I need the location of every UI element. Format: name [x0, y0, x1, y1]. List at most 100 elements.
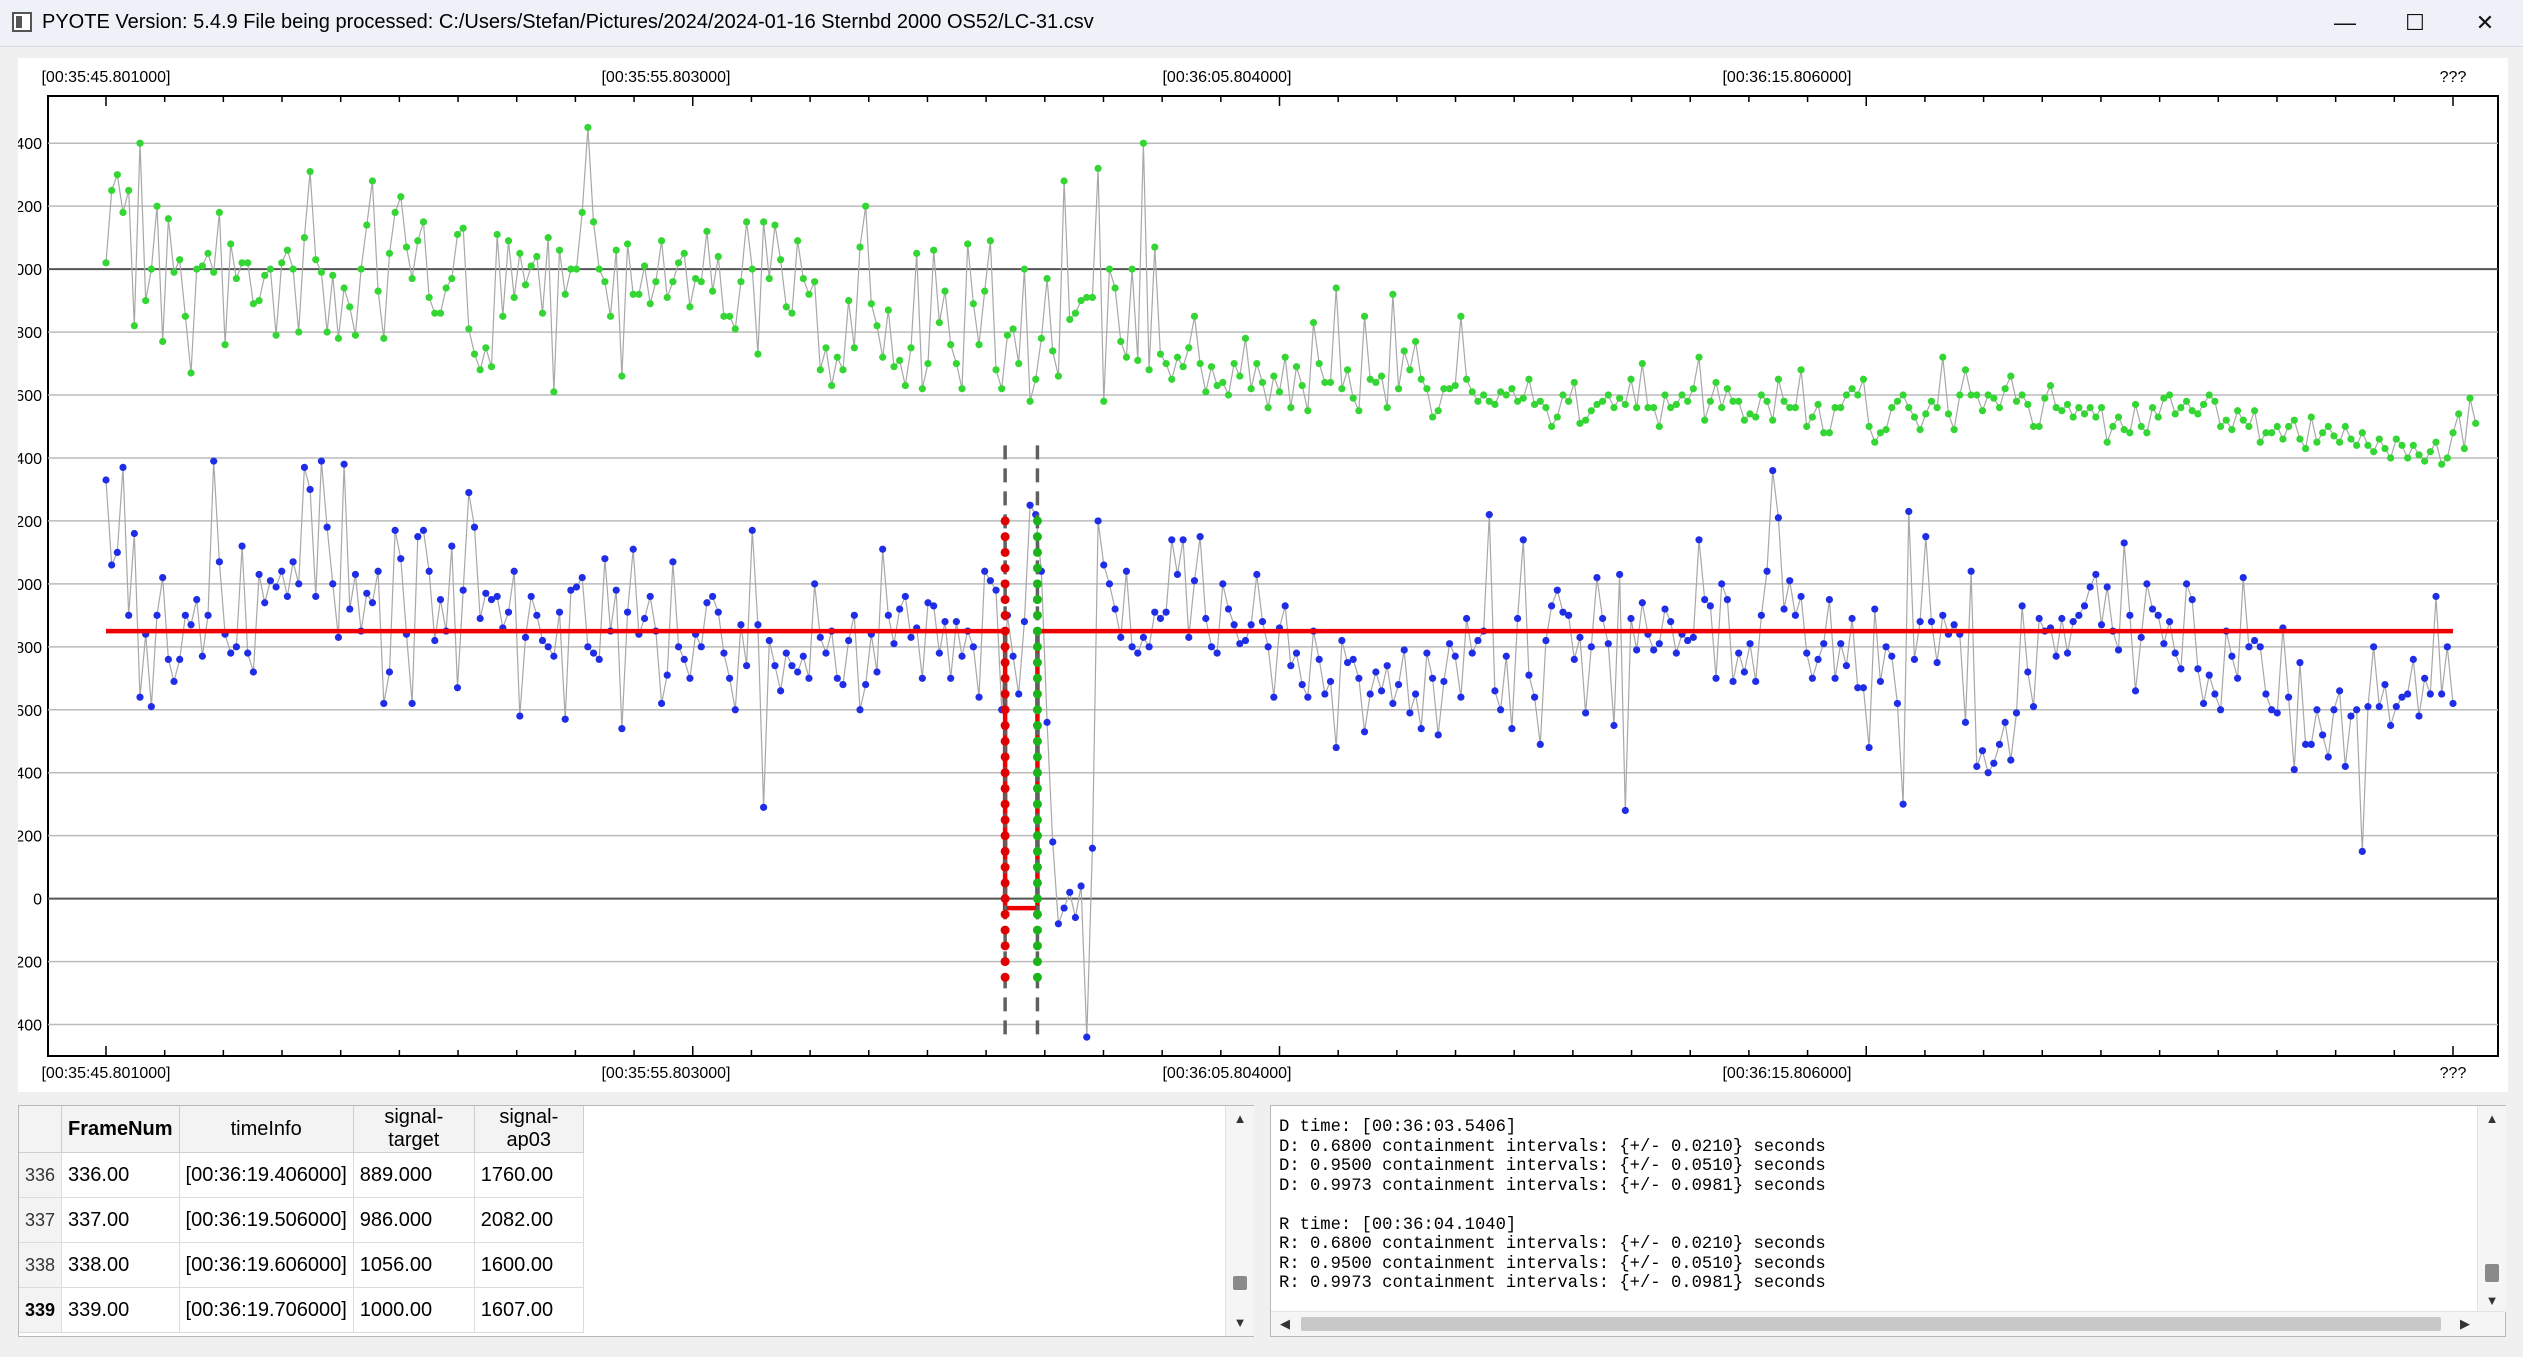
data-point-signal-target	[1978, 747, 1987, 755]
data-point-signal-ap03	[2063, 400, 2072, 409]
data-point-signal-target	[2375, 703, 2383, 711]
data-point-signal-target	[136, 693, 144, 701]
row-header[interactable]: 339	[19, 1287, 63, 1333]
scroll-left-arrow-icon[interactable]: ◀	[1271, 1312, 1299, 1336]
d-interval-dot	[1000, 894, 1010, 904]
row-header[interactable]: 338	[19, 1242, 63, 1288]
data-point-signal-ap03	[725, 312, 734, 320]
x-time-label-bottom: [00:35:45.801000]	[41, 1065, 170, 1082]
cell-signal-target[interactable]: 889.000	[353, 1152, 475, 1198]
report-panel[interactable]: D time: [00:36:03.5406] D: 0.6800 contai…	[1270, 1105, 2506, 1337]
cell-signal-ap03[interactable]: 1760.00	[474, 1152, 584, 1198]
table-row[interactable]: 338 338.00 [00:36:19.606000] 1056.00 160…	[19, 1242, 584, 1288]
data-point-signal-target	[1973, 762, 1981, 771]
report-horizontal-scrollbar[interactable]: ◀ ▶	[1271, 1311, 2505, 1336]
scroll-right-arrow-icon[interactable]: ▶	[2451, 1312, 2479, 1336]
scroll-down-arrow-icon[interactable]: ▼	[2478, 1288, 2506, 1312]
data-point-signal-target	[1207, 643, 1216, 651]
cell-signal-ap03[interactable]: 2082.00	[474, 1197, 584, 1243]
table-vertical-scrollbar[interactable]: ▲ ▼	[1225, 1106, 1254, 1336]
cell-framenum[interactable]: 338.00	[61, 1242, 180, 1288]
data-point-signal-ap03	[884, 306, 892, 314]
data-point-signal-target	[2250, 636, 2259, 645]
data-point-signal-ap03	[771, 221, 779, 229]
scroll-up-arrow-icon[interactable]: ▲	[1226, 1106, 1254, 1130]
cell-framenum[interactable]: 339.00	[61, 1287, 180, 1333]
data-point-signal-target	[720, 649, 728, 657]
data-table-panel[interactable]: FrameNum timeInfo signal-target signal-a…	[18, 1105, 1254, 1337]
data-point-signal-ap03	[136, 139, 144, 147]
r-interval-dot	[1032, 846, 1042, 856]
cell-signal-ap03[interactable]: 1607.00	[474, 1287, 584, 1333]
cell-signal-target[interactable]: 1000.00	[353, 1287, 475, 1333]
cell-framenum[interactable]: 337.00	[61, 1197, 180, 1243]
data-point-signal-ap03	[1661, 391, 1669, 399]
data-table[interactable]: FrameNum timeInfo signal-target signal-a…	[19, 1106, 584, 1333]
data-point-signal-ap03	[1990, 394, 1998, 402]
light-curve-plot[interactable]: 2400220020001800160014001200100080060040…	[18, 58, 2508, 1092]
cell-timeinfo[interactable]: [00:36:19.706000]	[179, 1287, 354, 1333]
data-point-signal-target	[822, 649, 830, 657]
cell-framenum[interactable]: 336.00	[61, 1152, 180, 1198]
data-point-signal-target	[340, 460, 348, 468]
cell-signal-ap03[interactable]: 1600.00	[474, 1242, 584, 1288]
data-point-signal-ap03	[1616, 394, 1624, 402]
data-point-signal-target	[374, 567, 382, 575]
cell-signal-target[interactable]: 1056.00	[353, 1242, 475, 1288]
data-point-signal-ap03	[924, 359, 932, 368]
data-point-signal-target	[210, 457, 218, 465]
data-point-signal-ap03	[1718, 404, 1726, 412]
data-point-signal-ap03	[544, 234, 552, 242]
report-vertical-scrollbar[interactable]: ▲ ▼	[2477, 1106, 2506, 1312]
row-header[interactable]: 337	[19, 1197, 63, 1243]
data-point-signal-ap03	[2233, 407, 2242, 415]
table-row[interactable]: 339 339.00 [00:36:19.706000] 1000.00 160…	[19, 1287, 584, 1333]
plot-canvas[interactable]: 2400220020001800160014001200100080060040…	[18, 58, 2508, 1092]
data-point-signal-target	[1621, 806, 1629, 815]
scroll-thumb[interactable]	[1301, 1317, 2441, 1331]
column-header-signal-ap03[interactable]: signal-ap03	[474, 1106, 584, 1153]
cell-timeinfo[interactable]: [00:36:19.406000]	[179, 1152, 354, 1198]
data-point-signal-target	[1587, 643, 1595, 651]
table-row[interactable]: 337 337.00 [00:36:19.506000] 986.000 208…	[19, 1197, 584, 1243]
scroll-thumb[interactable]	[2485, 1264, 2499, 1282]
data-point-signal-target	[1763, 567, 1771, 575]
table-row[interactable]: 336 336.00 [00:36:19.406000] 889.000 176…	[19, 1152, 584, 1198]
column-header-timeinfo[interactable]: timeInfo	[179, 1106, 354, 1153]
cell-timeinfo[interactable]: [00:36:19.506000]	[179, 1197, 354, 1243]
cell-timeinfo[interactable]: [00:36:19.606000]	[179, 1242, 354, 1288]
maximize-button[interactable]: ☐	[2380, 0, 2450, 46]
data-point-signal-ap03	[391, 208, 399, 217]
column-header-framenum[interactable]: FrameNum	[61, 1106, 180, 1153]
data-point-signal-target	[2052, 652, 2060, 660]
scroll-down-arrow-icon[interactable]: ▼	[1226, 1310, 1254, 1334]
data-point-signal-target	[425, 567, 433, 575]
data-point-signal-ap03	[839, 366, 847, 374]
data-point-signal-ap03	[743, 218, 751, 226]
data-point-signal-ap03	[419, 218, 428, 226]
data-point-signal-ap03	[674, 259, 683, 267]
close-button[interactable]: ✕	[2450, 0, 2520, 46]
scroll-up-arrow-icon[interactable]: ▲	[2478, 1106, 2506, 1130]
column-header-signal-target[interactable]: signal-target	[353, 1106, 475, 1153]
data-point-signal-target	[1185, 633, 1193, 641]
y-tick-label: 1600	[18, 388, 42, 405]
data-point-signal-ap03	[108, 186, 116, 195]
row-header[interactable]: 336	[19, 1152, 63, 1198]
data-point-signal-target	[1729, 677, 1737, 686]
data-point-signal-ap03	[317, 268, 326, 276]
data-point-signal-ap03	[1105, 265, 1114, 273]
data-point-signal-target	[1927, 618, 1936, 626]
data-point-signal-ap03	[1309, 319, 1318, 327]
data-point-signal-ap03	[1479, 391, 1488, 399]
data-point-signal-ap03	[1978, 407, 1987, 415]
data-point-signal-ap03	[1264, 404, 1272, 412]
data-point-signal-ap03	[493, 230, 501, 239]
data-point-signal-ap03	[799, 274, 807, 283]
minimize-button[interactable]: —	[2310, 0, 2380, 46]
data-point-signal-target	[2443, 643, 2451, 651]
data-point-signal-target	[408, 699, 416, 708]
cell-signal-target[interactable]: 986.000	[353, 1197, 475, 1243]
report-text[interactable]: D time: [00:36:03.5406] D: 0.6800 contai…	[1279, 1118, 1826, 1294]
scroll-thumb[interactable]	[1233, 1276, 1247, 1290]
